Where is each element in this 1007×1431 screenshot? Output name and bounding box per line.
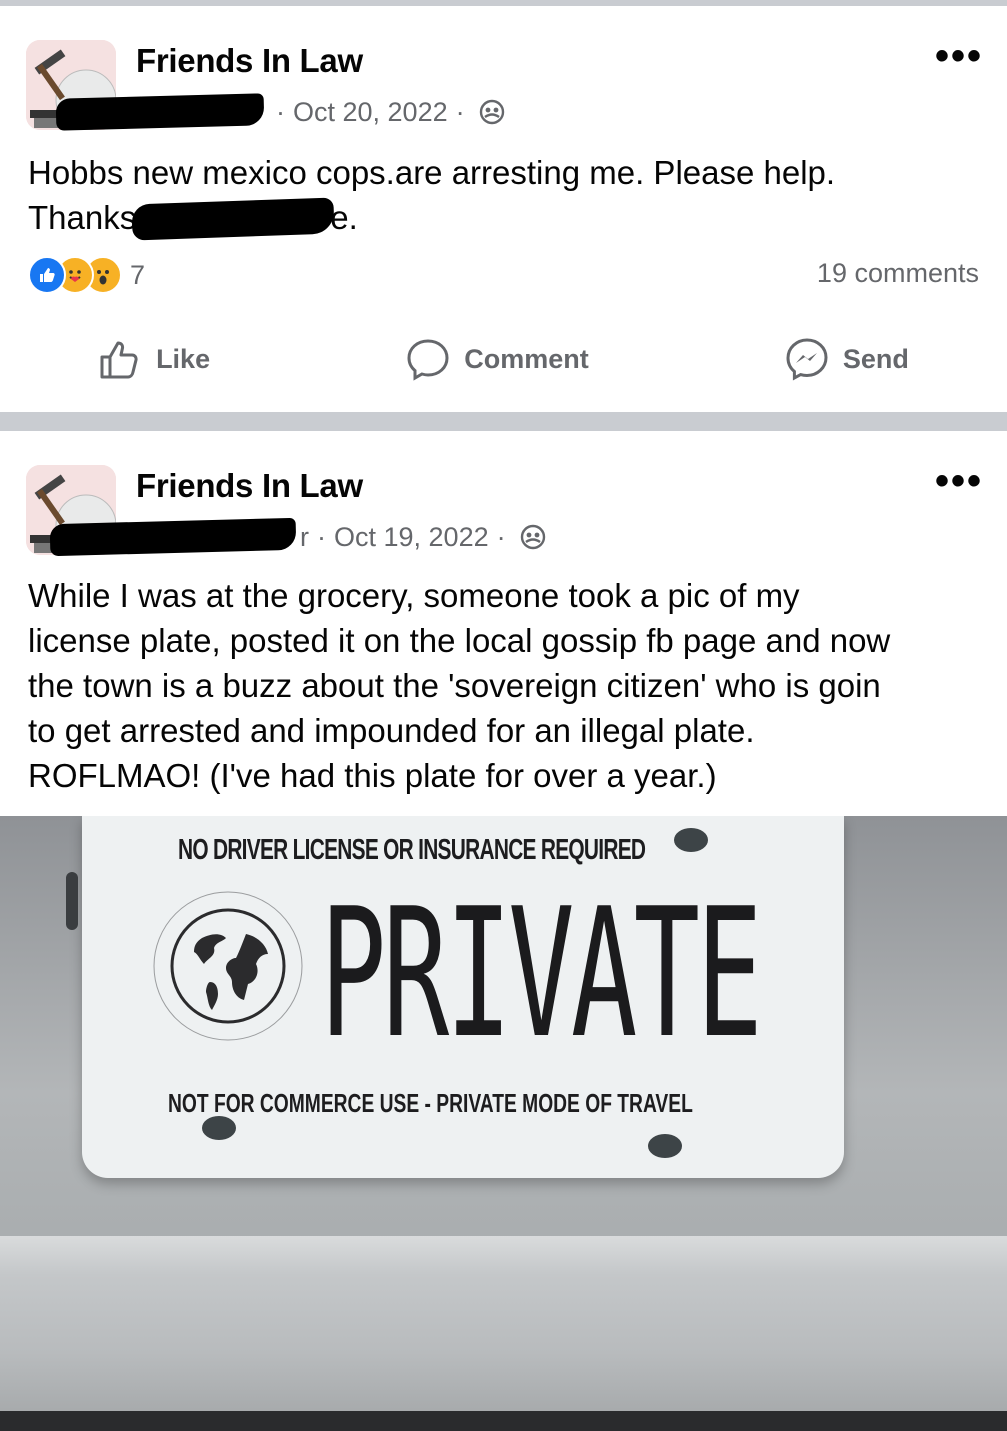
send-label: Send: [842, 343, 909, 374]
reaction-summary[interactable]: 7: [28, 256, 145, 294]
post-text-line: Thanks e.: [28, 195, 981, 241]
group-name[interactable]: Friends In Law: [136, 467, 363, 505]
like-label: Like: [156, 343, 211, 374]
group-name[interactable]: Friends In Law: [136, 42, 363, 80]
messenger-icon: [786, 338, 828, 381]
license-plate: NO DRIVER LICENSE OR INSURANCE REQUIRED …: [66, 816, 844, 1178]
post-text-line: While I was at the grocery, someone took…: [28, 577, 800, 614]
post-meta: r · Oct 19, 2022 ·: [49, 517, 546, 557]
comment-button[interactable]: Comment: [406, 337, 589, 381]
separator-dot: ·: [455, 96, 465, 127]
plate-bolt: [674, 828, 708, 852]
post-card: Friends In Law r · Oct 19, 2022 · ••• Wh…: [0, 431, 1007, 1431]
more-options-icon[interactable]: •••: [935, 36, 983, 76]
post-text-line: license plate, posted it on the local go…: [28, 622, 891, 659]
redaction-mark: [55, 93, 265, 131]
redaction-mark: [49, 517, 297, 557]
post-text-line: Hobbs new mexico cops.are arresting me. …: [28, 154, 836, 191]
plate-main-text: PRIVATE: [320, 870, 763, 1077]
plate-bottom-text: NOT FOR COMMERCE USE - PRIVATE MODE OF T…: [168, 1088, 693, 1118]
comment-count[interactable]: 19 comments: [817, 258, 979, 289]
reaction-count: 7: [130, 259, 146, 290]
post-text: Hobbs new mexico cops.are arresting me. …: [28, 150, 981, 241]
post-text-line: to get arrested and impounded for an ill…: [28, 712, 755, 749]
like-button[interactable]: Like: [98, 337, 210, 381]
post-photo[interactable]: NO DRIVER LICENSE OR INSURANCE REQUIRED …: [0, 816, 1007, 1431]
like-reaction-icon: [28, 256, 66, 294]
post-text-line: the town is a buzz about the 'sovereign …: [28, 667, 881, 704]
comment-bubble-icon: [407, 339, 449, 381]
plate-bolt: [202, 1116, 236, 1140]
car-bumper: [0, 1236, 1007, 1431]
bottom-bar: [0, 1411, 1007, 1431]
post-card: Friends In Law · Oct 20, 2022 · ••• Hobb…: [0, 6, 1007, 412]
globe-seal-icon: [153, 891, 303, 1041]
post-text-fragment: e.: [330, 199, 358, 236]
separator-dot: ·: [276, 96, 285, 127]
comment-label: Comment: [464, 343, 589, 374]
action-bar: Like Comment Send: [0, 336, 1007, 382]
plate-slot: [66, 872, 78, 930]
plate-top-text: NO DRIVER LICENSE OR INSURANCE REQUIRED: [178, 834, 646, 866]
privacy-group-icon: [479, 99, 504, 125]
post-date[interactable]: Oct 19, 2022: [334, 522, 489, 553]
separator-dot: ·: [496, 521, 506, 552]
plate-bolt: [648, 1134, 682, 1158]
post-text: While I was at the grocery, someone took…: [28, 573, 981, 798]
redaction-mark: [131, 197, 335, 241]
post-date[interactable]: Oct 20, 2022: [293, 97, 448, 128]
more-options-icon[interactable]: •••: [935, 461, 983, 501]
privacy-group-icon: [520, 524, 545, 550]
separator-dot: ·: [317, 521, 326, 552]
post-meta: · Oct 20, 2022 ·: [55, 92, 505, 132]
author-suffix: r: [300, 521, 309, 552]
post-text-line: ROFLMAO! (I've had this plate for over a…: [28, 757, 717, 794]
thumbs-up-icon: [100, 341, 138, 379]
post-text-fragment: Thanks: [28, 199, 137, 236]
send-button[interactable]: Send: [785, 337, 909, 381]
